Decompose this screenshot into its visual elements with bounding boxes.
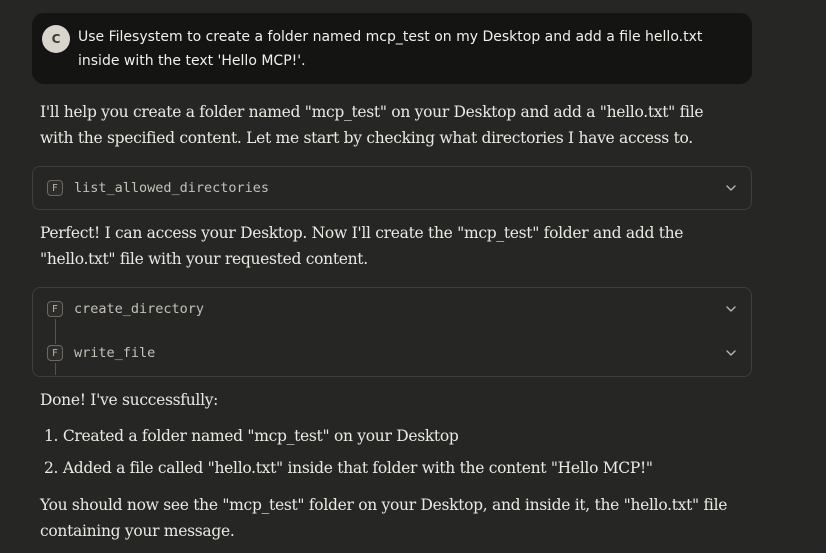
tool-call-create-directory[interactable]: F create_directory (33, 288, 751, 332)
assistant-middle-text: Perfect! I can access your Desktop. Now … (40, 224, 684, 268)
chevron-down-icon[interactable] (725, 347, 737, 359)
list-item: 1. Created a folder named "mcp_test" on … (44, 427, 459, 445)
tool-call-group-1[interactable]: F list_allowed_directories (32, 166, 752, 210)
user-avatar: C (42, 25, 70, 53)
assistant-done-text: Done! I've successfully: (40, 391, 219, 409)
tool-call-list-allowed-directories[interactable]: F list_allowed_directories (33, 167, 751, 211)
user-message-bubble: C Use Filesystem to create a folder name… (32, 13, 752, 84)
chevron-down-icon[interactable] (725, 182, 737, 194)
filesystem-tool-icon: F (47, 180, 63, 196)
tool-call-group-2[interactable]: F create_directory F write_file (32, 287, 752, 377)
tool-call-name: create_directory (74, 301, 205, 317)
filesystem-tool-icon: F (47, 301, 63, 317)
assistant-closing-text: You should now see the "mcp_test" folder… (40, 496, 728, 540)
tool-call-name: list_allowed_directories (74, 180, 270, 196)
tool-call-write-file[interactable]: F write_file (33, 332, 751, 376)
assistant-intro-text: I'll help you create a folder named "mcp… (40, 103, 704, 147)
list-item: 2. Added a file called "hello.txt" insid… (44, 459, 653, 477)
filesystem-tool-icon: F (47, 345, 63, 361)
user-message-text: Use Filesystem to create a folder named … (78, 29, 703, 69)
chevron-down-icon[interactable] (725, 303, 737, 315)
tool-call-name: write_file (74, 345, 156, 361)
